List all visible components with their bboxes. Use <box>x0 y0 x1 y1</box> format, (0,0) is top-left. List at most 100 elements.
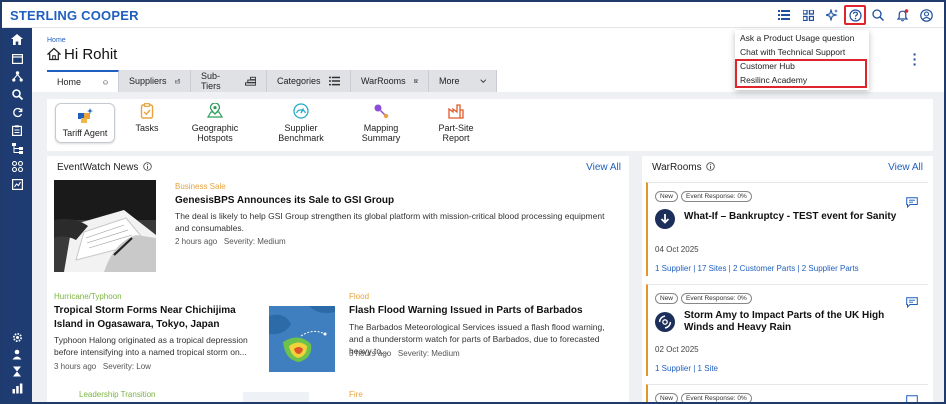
eventwatch-title-text: EventWatch News <box>57 162 139 173</box>
bell-icon[interactable] <box>890 5 914 25</box>
warroom-impact-links[interactable]: 1 Supplier | 1 Site <box>655 364 718 373</box>
comment-icon[interactable] <box>906 197 918 208</box>
breadcrumb[interactable]: Home <box>47 37 66 44</box>
sidebar-calendar-icon[interactable] <box>10 53 24 65</box>
news-title[interactable]: Flash Flood Warning Issued in Parts of B… <box>349 304 619 318</box>
new-badge: New <box>655 191 679 202</box>
tab-label: Home <box>57 77 82 87</box>
sparkle-icon[interactable] <box>820 5 844 25</box>
tab-label: More <box>439 76 460 86</box>
new-badge: New <box>655 393 679 402</box>
event-response-badge: Event Response: 0% <box>681 191 752 202</box>
part-site-report-button[interactable]: Part-Site Report <box>424 103 488 143</box>
news-title[interactable]: Tropical Storm Forms Near Chichijima Isl… <box>54 304 262 332</box>
gauge-icon <box>293 103 309 119</box>
home-icon <box>47 47 61 61</box>
list-icon <box>328 76 340 86</box>
news-category: Fire <box>349 390 363 399</box>
warroom-card[interactable]: New Event Response: 0% What-If – Bankrupt… <box>646 182 928 276</box>
warroom-title[interactable]: What-If – Bankruptcy - TEST event for Sa… <box>684 211 904 223</box>
tiers-icon <box>244 76 256 86</box>
badge-row: New Event Response: 0% <box>655 391 755 402</box>
menu-item-chat-technical-support[interactable]: Chat with Technical Support <box>740 47 845 57</box>
bankruptcy-icon <box>655 209 675 229</box>
eventwatch-view-all-link[interactable]: View All <box>586 162 621 173</box>
grid-icon[interactable] <box>796 5 820 25</box>
geographic-hotspots-button[interactable]: Geographic Hotspots <box>175 103 255 143</box>
storm-map-image <box>269 306 335 372</box>
tab-categories[interactable]: Categories <box>267 70 351 92</box>
warrooms-view-all-link[interactable]: View All <box>888 162 923 173</box>
kebab-menu-icon[interactable]: · · · <box>912 47 918 71</box>
tab-suppliers[interactable]: Suppliers <box>119 70 191 92</box>
brand-logo[interactable]: STERLING COOPER <box>10 8 139 23</box>
supplier-benchmark-button[interactable]: Supplier Benchmark <box>263 103 339 143</box>
tool-label: Part-Site Report <box>438 123 474 143</box>
news-title[interactable]: GenesisBPS Announces its Sale to GSI Gro… <box>175 194 615 208</box>
badge-row: New Event Response: 0% <box>655 189 755 202</box>
app-window: STERLING COOPER Home Hi Rohit · · · Home… <box>0 0 946 404</box>
calendar-icon <box>413 79 418 83</box>
warroom-card[interactable]: New Event Response: 0% <box>646 384 928 404</box>
sidebar-settings-icon[interactable] <box>10 332 24 344</box>
sidebar-modules-icon[interactable] <box>10 160 24 173</box>
info-icon[interactable] <box>706 162 716 171</box>
event-response-badge: Event Response: 0% <box>681 293 752 304</box>
tool-label: Supplier Benchmark <box>278 123 324 143</box>
warrooms-title-text: WarRooms <box>652 162 702 173</box>
sidebar-network-icon[interactable] <box>10 71 24 83</box>
quick-tools-bar: Tariff Agent Tasks Geographic Hotspots S… <box>47 99 933 151</box>
tab-warrooms[interactable]: WarRooms <box>351 70 429 92</box>
sidebar-hourglass-icon[interactable] <box>10 366 24 378</box>
home-icon <box>103 79 108 85</box>
sidebar-report-icon[interactable] <box>10 179 24 191</box>
comment-icon[interactable] <box>906 297 918 308</box>
clipboard-check-icon <box>140 103 154 119</box>
warroom-date: 04 Oct 2025 <box>655 245 699 254</box>
news-item[interactable]: Business Sale GenesisBPS Announces its S… <box>54 180 624 272</box>
sidebar-hierarchy-icon[interactable] <box>10 143 24 155</box>
map-pin-icon <box>207 103 223 118</box>
news-meta: 3 hours ago Severity: Low <box>54 362 151 371</box>
top-bar: STERLING COOPER <box>2 2 944 28</box>
news-category: Hurricane/Typhoon <box>54 292 122 301</box>
warroom-impact-links[interactable]: 1 Supplier | 17 Sites | 2 Customer Parts… <box>655 264 859 273</box>
user-icon[interactable] <box>914 5 938 25</box>
warroom-card[interactable]: New Event Response: 0% Storm Amy to Impac… <box>646 284 928 376</box>
tool-label: Geographic Hotspots <box>191 123 239 143</box>
sidebar-search-icon[interactable] <box>10 89 24 101</box>
tab-label: Sub-Tiers <box>201 71 221 91</box>
badge-row: New Event Response: 0% <box>655 291 755 304</box>
comment-icon[interactable] <box>906 395 918 404</box>
tariff-agent-button[interactable]: Tariff Agent <box>55 103 115 143</box>
mapping-summary-button[interactable]: Mapping Summary <box>346 103 416 143</box>
list-icon[interactable] <box>772 5 796 25</box>
sidebar-clipboard-icon[interactable] <box>10 125 24 137</box>
factory-report-icon <box>448 104 464 119</box>
news-category: Leadership Transition <box>79 390 156 399</box>
info-icon[interactable] <box>143 162 152 171</box>
search-icon[interactable] <box>866 5 890 25</box>
sidebar-home-icon[interactable] <box>10 34 24 46</box>
help-icon[interactable] <box>844 5 866 25</box>
sidebar-admin-icon[interactable] <box>10 349 24 361</box>
tab-home[interactable]: Home <box>47 70 119 92</box>
chevron-down-icon <box>479 79 486 83</box>
sidebar-analytics-icon[interactable] <box>10 383 24 395</box>
tasks-button[interactable]: Tasks <box>132 103 162 133</box>
news-meta: 2 hours ago Severity: Medium <box>175 237 286 246</box>
storm-icon <box>655 312 675 332</box>
tab-label: WarRooms <box>361 76 406 86</box>
highlight-box <box>735 59 867 88</box>
warroom-date: 02 Oct 2025 <box>655 345 699 354</box>
tool-label: Tasks <box>135 123 159 133</box>
news-item[interactable]: Flood Flash Flood Warning Issued in Part… <box>349 290 624 374</box>
left-sidebar <box>2 28 32 402</box>
tab-more[interactable]: More <box>429 70 497 92</box>
sidebar-sync-icon[interactable] <box>10 107 24 119</box>
news-description: Typhoon Halong originated as a tropical … <box>54 335 248 357</box>
tab-sub-tiers[interactable]: Sub-Tiers <box>191 70 267 92</box>
warroom-title[interactable]: Storm Amy to Impact Parts of the UK High… <box>684 310 909 334</box>
menu-item-ask-product-usage[interactable]: Ask a Product Usage question <box>740 33 854 43</box>
warrooms-title: WarRooms <box>652 162 716 173</box>
